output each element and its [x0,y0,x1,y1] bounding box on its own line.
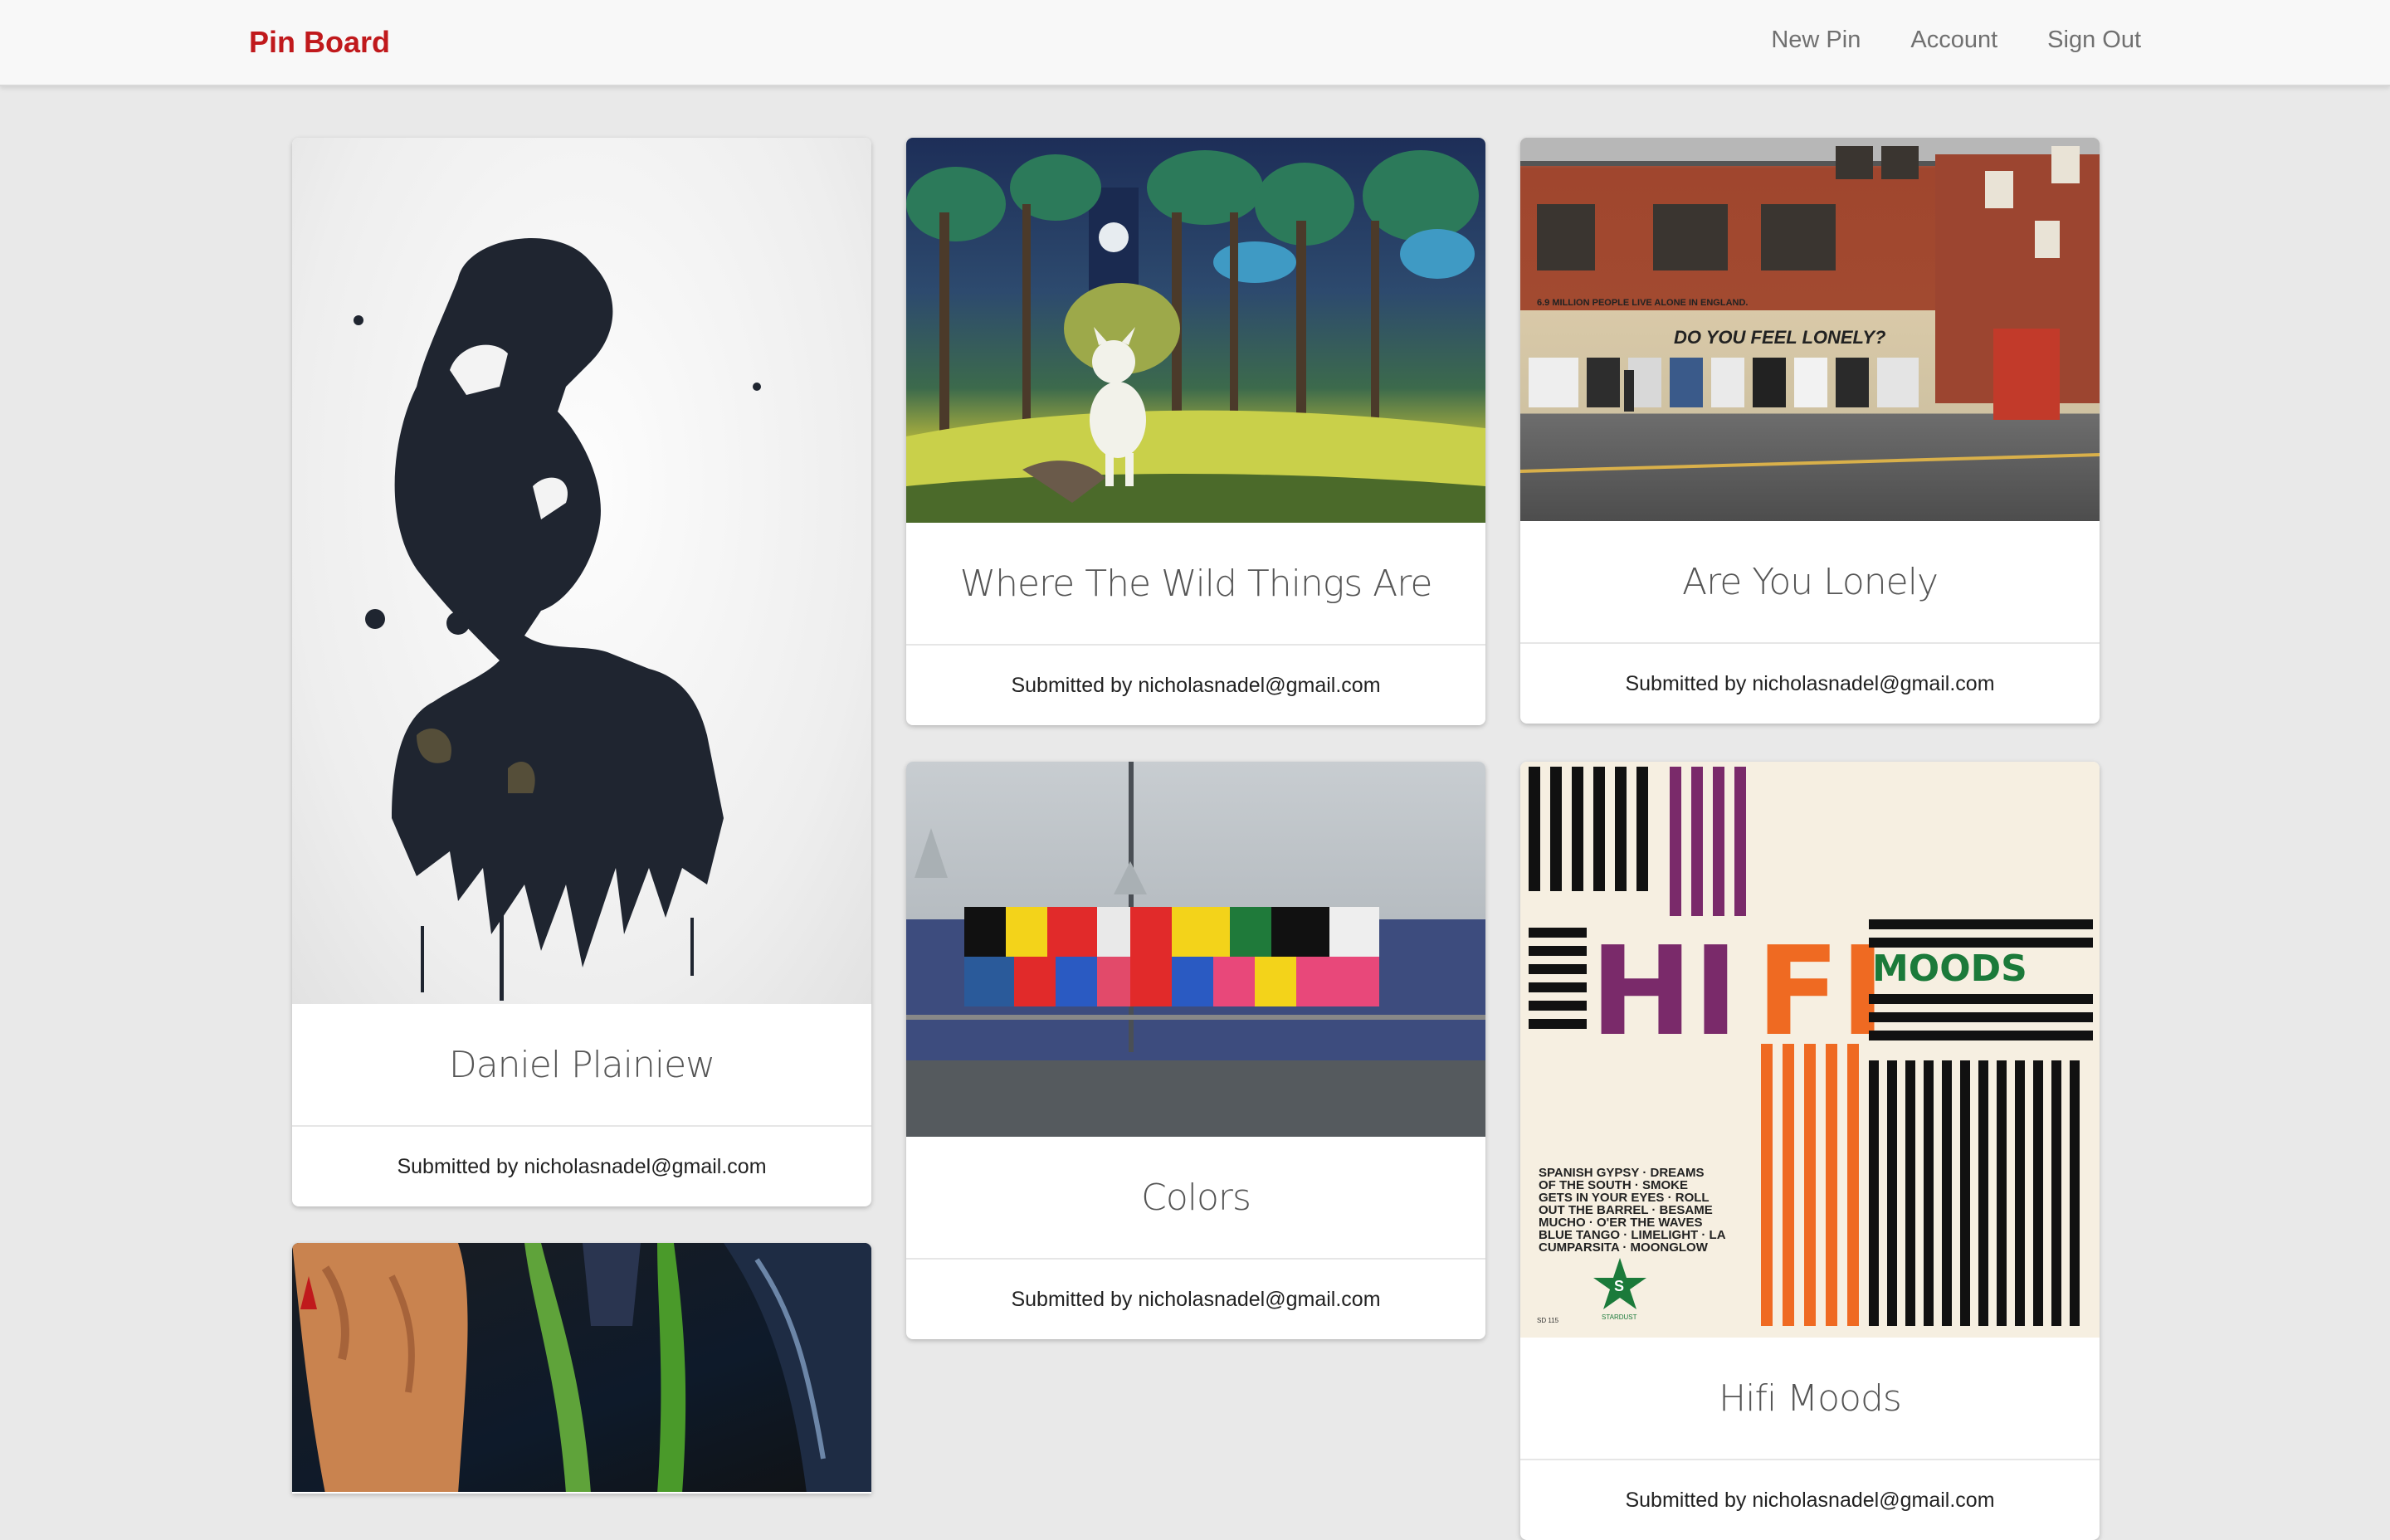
top-navbar: Pin Board New Pin Account Sign Out [0,0,2390,86]
brand-logo[interactable]: Pin Board [249,25,390,60]
lonely-banner-small-text: 6.9 MILLION PEOPLE LIVE ALONE IN ENGLAND… [1537,298,1748,308]
pin-submitter: Submitted by nicholasnadel@gmail.com [1011,673,1381,697]
nav-links: New Pin Account Sign Out [1771,27,2141,54]
pin-submitter: Submitted by nicholasnadel@gmail.com [1011,1287,1381,1311]
pin-title[interactable]: Hifi Moods [1520,1338,2100,1460]
pin-card[interactable]: Where The Wild Things Are Submitted by n… [906,138,1485,725]
pin-image[interactable] [292,138,871,1004]
nav-account-link[interactable]: Account [1910,27,1997,54]
hifi-catalog-text: SD 115 [1537,1317,1559,1324]
lonely-banner-text: DO YOU FEEL LONELY? [1674,327,1885,348]
pin-submitter: Submitted by nicholasnadel@gmail.com [1625,1488,1995,1512]
pin-card[interactable]: Colors Submitted by nicholasnadel@gmail.… [906,762,1485,1339]
hifi-label-text: STARDUST [1602,1313,1637,1321]
pin-title[interactable]: Where The Wild Things Are [906,523,1485,646]
nav-new-pin-link[interactable]: New Pin [1771,27,1861,54]
pin-card[interactable]: Daniel Plainiew Submitted by nicholasnad… [292,138,871,1206]
hifi-hi-text: HI [1590,920,1739,1063]
pin-card[interactable]: 6.9 MILLION PEOPLE LIVE ALONE IN ENGLAND… [1520,138,2100,724]
hifi-star-letter: S [1614,1278,1624,1294]
pin-image[interactable]: HI FI MOODS SPANISH GYPSY · DREAMS OF TH… [1520,762,2100,1338]
hifi-track-line: CUMPARSITA · MOONGLOW [1539,1240,1709,1255]
nav-sign-out-link[interactable]: Sign Out [2047,27,2141,54]
pin-image[interactable]: 6.9 MILLION PEOPLE LIVE ALONE IN ENGLAND… [1520,138,2100,521]
pin-card[interactable]: HI FI MOODS SPANISH GYPSY · DREAMS OF TH… [1520,762,2100,1540]
pin-card[interactable] [292,1243,871,1494]
hifi-moods-text: MOODS [1872,948,2027,990]
pin-submitter: Submitted by nicholasnadel@gmail.com [1625,671,1995,695]
hifi-fi-text: FI [1756,920,1885,1063]
pin-title[interactable]: Colors [906,1137,1485,1260]
pin-submitter: Submitted by nicholasnadel@gmail.com [397,1154,767,1178]
pin-image[interactable] [906,138,1485,523]
pin-image[interactable] [906,762,1485,1137]
pin-image[interactable] [292,1243,871,1492]
pin-title[interactable]: Daniel Plainiew [292,1004,871,1127]
pin-title[interactable]: Are You Lonely [1520,521,2100,644]
